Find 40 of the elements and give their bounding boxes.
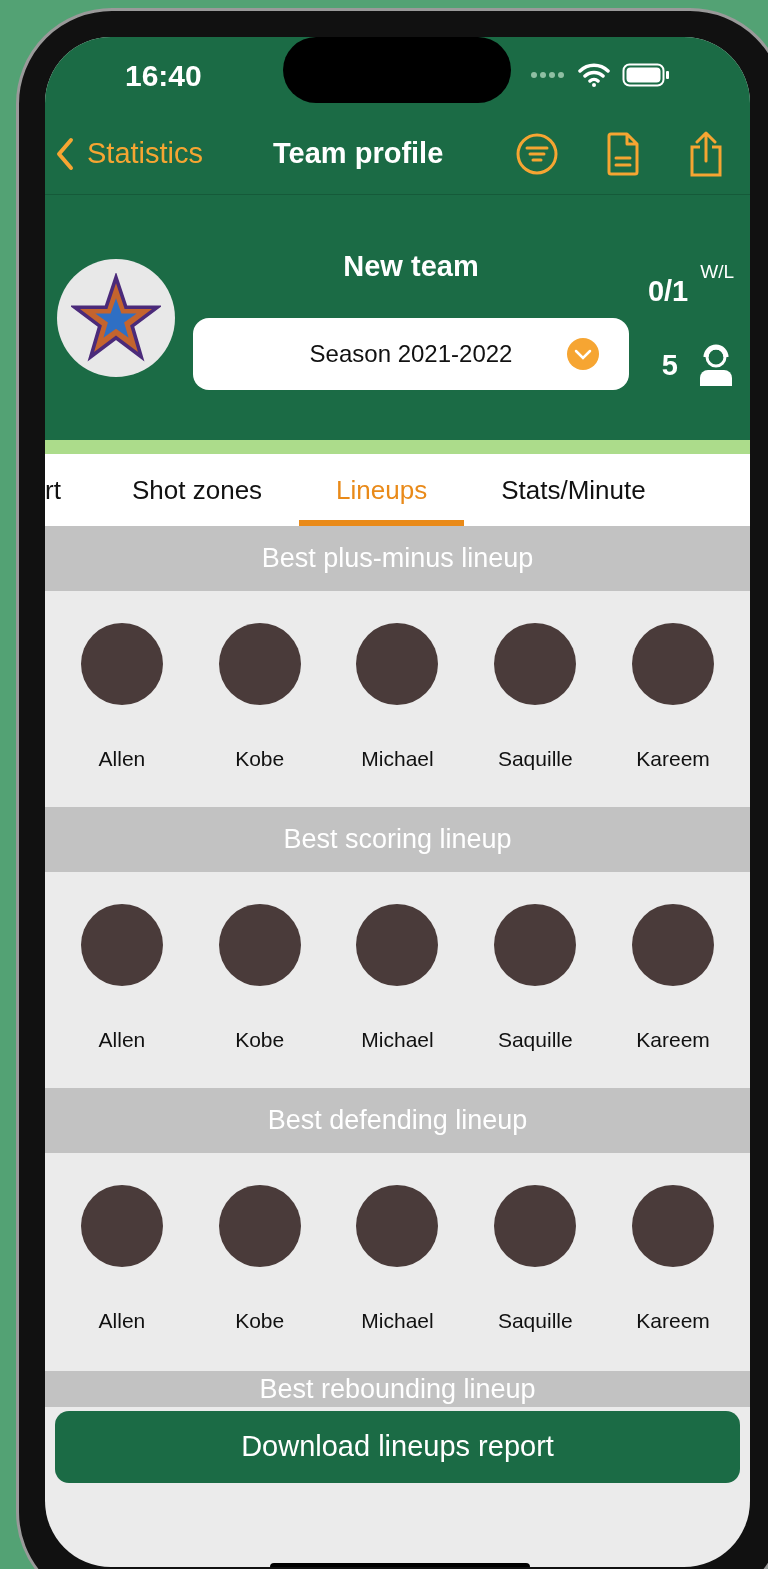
section-header: Best defending lineup (45, 1088, 750, 1153)
signal-icon (530, 71, 566, 79)
player-name: Allen (98, 1027, 146, 1053)
share-icon[interactable] (688, 130, 724, 177)
nav-title: Team profile (273, 135, 444, 171)
section-header: Best scoring lineup (45, 807, 750, 872)
team-name: New team (343, 248, 479, 284)
chevron-down-icon (567, 338, 599, 371)
download-report-button[interactable]: Download lineups report (55, 1411, 740, 1483)
filter-icon[interactable] (516, 132, 558, 175)
player-name: Saquille (497, 746, 573, 772)
player-name: Saquille (497, 1308, 573, 1334)
player-name: Kareem (636, 1308, 710, 1334)
player-name: Kareem (636, 1027, 710, 1053)
player-name: Michael (361, 1308, 434, 1334)
section-header: Best plus-minus lineup (45, 526, 750, 591)
tab[interactable]: Stats/Minute (464, 454, 683, 526)
chevron-left-icon (55, 136, 75, 171)
player-name: Michael (361, 746, 434, 772)
win-loss-record: 0/1 (647, 274, 689, 309)
star-logo-icon (71, 272, 161, 363)
document-icon[interactable] (606, 131, 640, 176)
wifi-icon (578, 63, 610, 87)
player-name: Kobe (235, 1027, 285, 1053)
players-count: 5 (661, 347, 678, 383)
player-name: Saquille (497, 1027, 573, 1053)
player-name: Kobe (235, 1308, 285, 1334)
section-header: Best rebounding lineup (45, 1371, 750, 1407)
player-name: Allen (98, 746, 146, 772)
player-icon (698, 344, 734, 387)
tab[interactable]: rt (45, 454, 95, 526)
player-name: Kobe (235, 746, 285, 772)
tab[interactable]: Shot zones (95, 454, 300, 526)
player-name: Allen (98, 1308, 146, 1334)
player-name: Kareem (636, 746, 710, 772)
season-dropdown[interactable]: Season 2021-2022 (193, 318, 629, 391)
status-time: 16:40 (125, 57, 202, 94)
player-name: Michael (361, 1027, 434, 1053)
win-loss-label: W/L (700, 260, 734, 284)
battery-icon (622, 63, 670, 87)
